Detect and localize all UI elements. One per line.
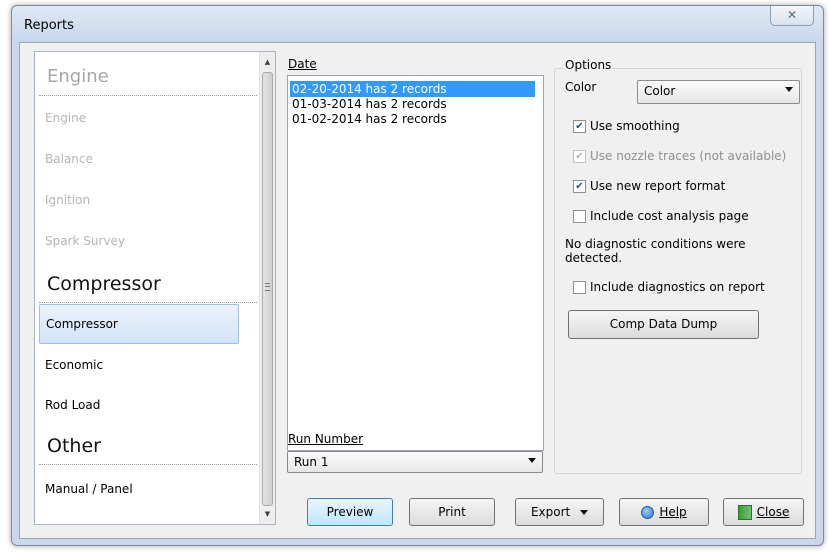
scroll-thumb[interactable] (262, 72, 273, 506)
reports-window: Reports ✕ Engine Engine Balance Ignition… (11, 5, 824, 546)
date-item[interactable]: 01-02-2014 has 2 records (290, 111, 535, 127)
nav-item-rod-load[interactable]: Rod Load (45, 398, 100, 412)
nav-item-balance[interactable]: Balance (45, 152, 93, 166)
scroll-down-icon[interactable]: ▼ (260, 506, 275, 522)
window-close-button[interactable]: ✕ (770, 6, 814, 26)
help-button[interactable]: Help (619, 498, 709, 526)
include-cost-analysis-label: Include cost analysis page (590, 209, 749, 223)
export-button-label: Export (530, 505, 571, 519)
include-diagnostics-label: Include diagnostics on report (590, 280, 765, 294)
diagnostic-message: No diagnostic conditions were detected. (565, 237, 746, 265)
print-button[interactable]: Print (409, 498, 495, 526)
section-divider (39, 464, 257, 465)
report-type-list[interactable]: Engine Engine Balance Ignition Spark Sur… (34, 51, 276, 525)
run-number-value: Run 1 (294, 455, 329, 469)
use-nozzle-traces-label: Use nozzle traces (not available) (590, 149, 787, 163)
chevron-down-icon (528, 458, 536, 463)
comp-data-dump-button[interactable]: Comp Data Dump (568, 310, 759, 339)
nav-scrollbar[interactable]: ▲ ▼ (259, 52, 275, 524)
close-button-label: Close (756, 505, 790, 519)
window-title: Reports (24, 18, 74, 33)
checkbox-box[interactable]: ✔ (573, 120, 586, 133)
run-number-label: Run Number (288, 432, 363, 446)
help-icon (641, 506, 655, 519)
checkbox-box[interactable]: ✔ (573, 180, 586, 193)
preview-button[interactable]: Preview (307, 498, 393, 526)
report-type-items: Engine Engine Balance Ignition Spark Sur… (35, 52, 261, 524)
export-button[interactable]: Export (515, 498, 604, 526)
run-number-select[interactable]: Run 1 (287, 451, 543, 473)
use-new-report-format-label: Use new report format (590, 179, 726, 193)
nav-item-economic[interactable]: Economic (45, 358, 103, 372)
nav-item-compressor[interactable]: Compressor (39, 304, 239, 344)
color-value: Color (644, 84, 676, 98)
nav-item-ignition[interactable]: Ignition (45, 193, 90, 207)
date-list[interactable]: 02-20-2014 has 2 records 01-03-2014 has … (287, 75, 544, 451)
color-select[interactable]: Color (637, 80, 800, 104)
nav-item-manual-panel[interactable]: Manual / Panel (45, 482, 133, 496)
chevron-down-icon (785, 87, 793, 92)
close-icon: ✕ (786, 8, 798, 22)
section-divider (39, 302, 257, 303)
nav-item-engine[interactable]: Engine (45, 111, 86, 125)
section-heading-compressor: Compressor (47, 273, 161, 295)
dialog-body: Engine Engine Balance Ignition Spark Sur… (19, 42, 816, 539)
date-item[interactable]: 01-03-2014 has 2 records (290, 96, 535, 112)
checkbox-box: ✔ (573, 150, 586, 163)
run-number-label-text: Run Number (288, 432, 364, 446)
section-heading-engine: Engine (47, 66, 109, 87)
options-legend: Options (563, 58, 614, 72)
section-divider (39, 95, 257, 96)
checkbox-box[interactable] (573, 281, 586, 294)
scroll-up-icon[interactable]: ▲ (260, 54, 275, 70)
use-smoothing-label: Use smoothing (590, 119, 680, 133)
date-item[interactable]: 02-20-2014 has 2 records (290, 81, 535, 97)
nav-item-spark-survey[interactable]: Spark Survey (45, 234, 125, 248)
exit-door-icon (737, 505, 752, 520)
title-bar: Reports ✕ (12, 6, 823, 42)
color-label: Color (565, 80, 597, 94)
help-button-label: Help (659, 505, 687, 519)
close-button[interactable]: Close (723, 498, 804, 526)
scroll-grip-icon (265, 283, 270, 291)
caret-down-icon (580, 510, 589, 515)
checkbox-box[interactable] (573, 210, 586, 223)
section-heading-other: Other (47, 435, 101, 457)
date-label: Date (288, 57, 317, 71)
